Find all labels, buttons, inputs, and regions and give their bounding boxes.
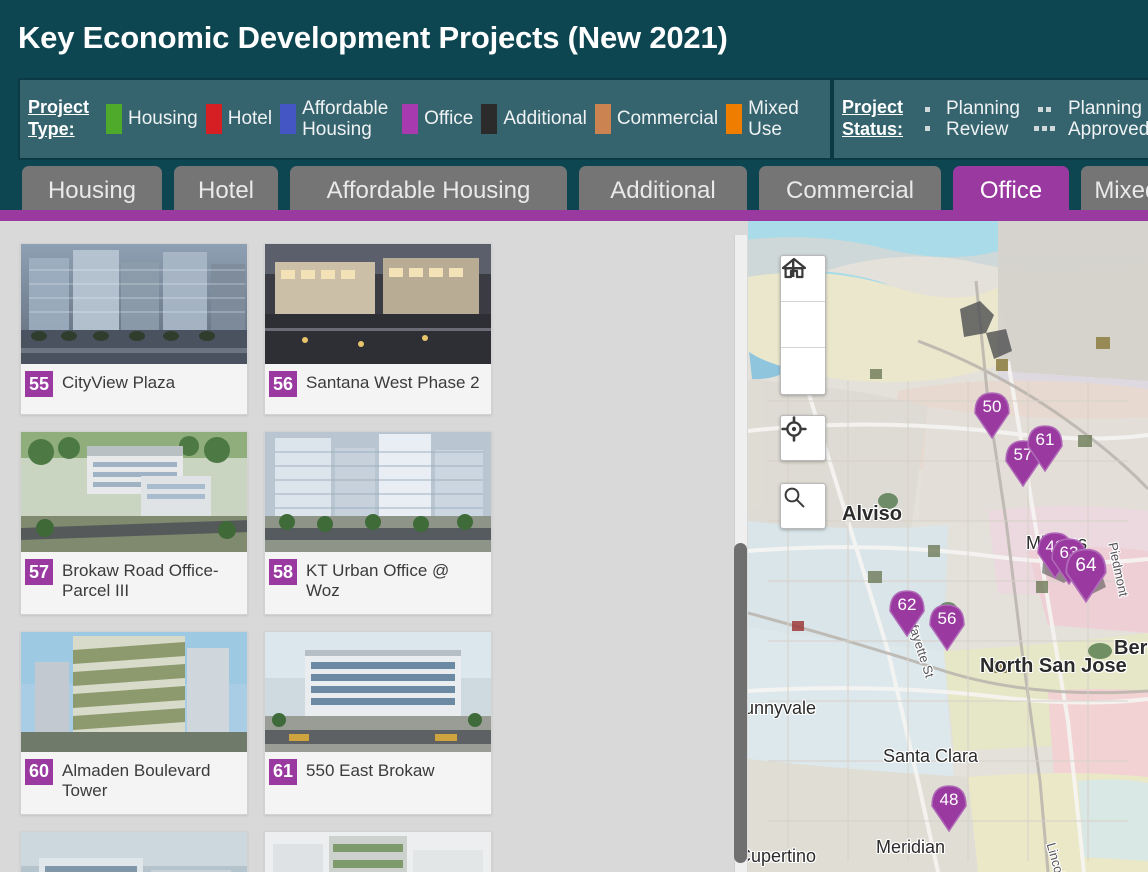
project-card[interactable]: 55 CityView Plaza [20,243,248,415]
minus-icon [784,267,802,270]
project-thumbnail [265,831,491,872]
project-thumbnail [265,432,491,552]
project-card[interactable]: 57 Brokaw Road Office-Parcel III [20,431,248,615]
swatch-mixed-use-icon [726,104,743,134]
map-pin-62-number: 62 [897,595,917,614]
project-title: Santana West Phase 2 [306,373,480,392]
legend-item-office[interactable]: Office [402,104,473,134]
map-pin-64[interactable]: 64 [1064,547,1108,603]
project-number-badge: 56 [269,371,298,397]
map-pin-48[interactable]: 48 [930,784,968,832]
legend-bar: Project Type: Housing Hotel Affordable H… [0,76,1148,162]
legend-project-type-heading: Project Type: [28,97,90,139]
swatch-hotel-icon [205,104,222,134]
swatch-affordable-housing-icon [280,104,297,134]
legend-project-type-items: Housing Hotel Affordable Housing Office [106,98,824,141]
tab-office[interactable]: Office [953,166,1069,216]
swatch-commercial-icon [594,104,611,134]
search-icon [784,487,805,508]
tab-mixed-use[interactable]: Mixed Use [1081,166,1148,216]
project-card-grid: 55 CityView Plaza 56 Santana West Phase … [20,243,720,872]
swatch-housing-icon [106,104,122,134]
legend-project-type: Project Type: Housing Hotel Affordable H… [18,78,832,160]
main-content: 55 CityView Plaza 56 Santana West Phase … [0,221,1148,872]
legend-item-commercial[interactable]: Commercial [594,104,719,134]
map-pin-56-number: 56 [937,609,957,628]
app-header: Key Economic Development Projects (New 2… [0,0,1148,76]
legend-project-status-heading: Project Status: [842,97,904,139]
project-map[interactable]: Alviso Milpitas Piedmont Lafayette St No… [748,221,1148,872]
project-card[interactable]: 58 KT Urban Office @ Woz [264,431,492,615]
legend-label-planning-approved: Planning Approved [1067,97,1148,140]
project-number-badge: 58 [269,559,298,585]
tab-commercial[interactable]: Commercial [759,166,941,216]
project-title: CityView Plaza [62,373,176,392]
legend-project-status: Project Status: Planning Review Planning… [832,78,1148,160]
project-title: Almaden Boulevard Tower [62,760,211,801]
map-pin-50-number: 50 [982,397,1002,416]
map-pin-62[interactable]: 62 [888,589,926,637]
legend-item-additional[interactable]: Additional [481,104,587,134]
legend-item-planning-approved[interactable]: Planning Approved [1030,98,1148,141]
project-card[interactable]: 62 Cypress Equities [20,830,248,872]
project-thumbnail [21,244,247,364]
legend-label-affordable-housing: Affordable Housing [302,97,389,140]
map-search-button[interactable] [780,483,826,529]
zoom-out-button[interactable] [781,267,825,394]
legend-item-mixed-use[interactable]: Mixed Use [726,98,806,141]
dashboard-app: Key Economic Development Projects (New 2… [0,0,1148,872]
page-title: Key Economic Development Projects (New 2… [18,20,728,55]
project-thumbnail [21,631,247,752]
map-pin-64-number: 64 [1075,555,1097,576]
project-thumbnail [265,244,491,364]
tab-affordable-housing[interactable]: Affordable Housing [290,166,567,216]
legend-label-hotel: Hotel [227,108,273,130]
legend-label-mixed-use: Mixed Use [748,97,799,140]
tab-hotel[interactable]: Hotel [174,166,278,216]
active-tab-underline [0,210,1148,221]
legend-item-planning-review[interactable]: Planning Review [916,98,1020,141]
project-thumbnail [21,432,247,552]
map-pin-50[interactable]: 50 [973,391,1011,439]
map-zoom-controls [780,255,826,395]
legend-label-office: Office [424,108,474,130]
project-card[interactable]: 61 550 East Brokaw [264,630,492,815]
legend-label-additional: Additional [503,108,587,130]
gallery-scrollbar-thumb[interactable] [734,543,747,863]
project-thumbnail [265,631,491,752]
legend-project-status-items: Planning Review Planning Approved [916,98,1148,141]
legend-item-hotel[interactable]: Hotel [205,104,273,134]
project-card[interactable]: 56 Santana West Phase 2 [264,243,492,415]
swatch-additional-icon [481,104,498,134]
pattern-planning-review-icon [916,107,938,132]
crosshair-icon [781,416,807,442]
map-pin-48-number: 48 [939,790,959,809]
map-pin-61[interactable]: 61 [1026,424,1064,472]
locate-button[interactable] [780,415,826,461]
legend-item-housing[interactable]: Housing [106,104,198,134]
project-title: KT Urban Office @ Woz [306,561,450,601]
project-gallery-panel[interactable]: 55 CityView Plaza 56 Santana West Phase … [0,221,740,872]
project-number-badge: 55 [25,371,54,397]
project-title: 550 East Brokaw [306,760,435,780]
project-card[interactable]: 63 Valley Title [264,830,492,872]
home-button[interactable] [781,257,825,348]
project-number-badge: 61 [269,758,298,785]
legend-item-affordable-housing[interactable]: Affordable Housing [280,98,394,141]
pattern-planning-approved-icon [1030,107,1060,132]
project-thumbnail [21,831,247,872]
swatch-office-icon [402,104,419,134]
project-number-badge: 57 [25,559,54,585]
project-card[interactable]: 60 Almaden Boulevard Tower [20,630,248,815]
map-pin-61-number: 61 [1035,430,1055,449]
legend-label-planning-review: Planning Review [946,97,1020,140]
legend-label-commercial: Commercial [616,108,719,130]
tab-housing[interactable]: Housing [22,166,162,216]
tab-additional[interactable]: Additional [579,166,747,216]
legend-label-housing: Housing [128,108,198,130]
project-title: Brokaw Road Office-Parcel III [62,561,219,601]
project-number-badge: 60 [25,758,54,785]
map-pin-56[interactable]: 56 [928,603,966,651]
